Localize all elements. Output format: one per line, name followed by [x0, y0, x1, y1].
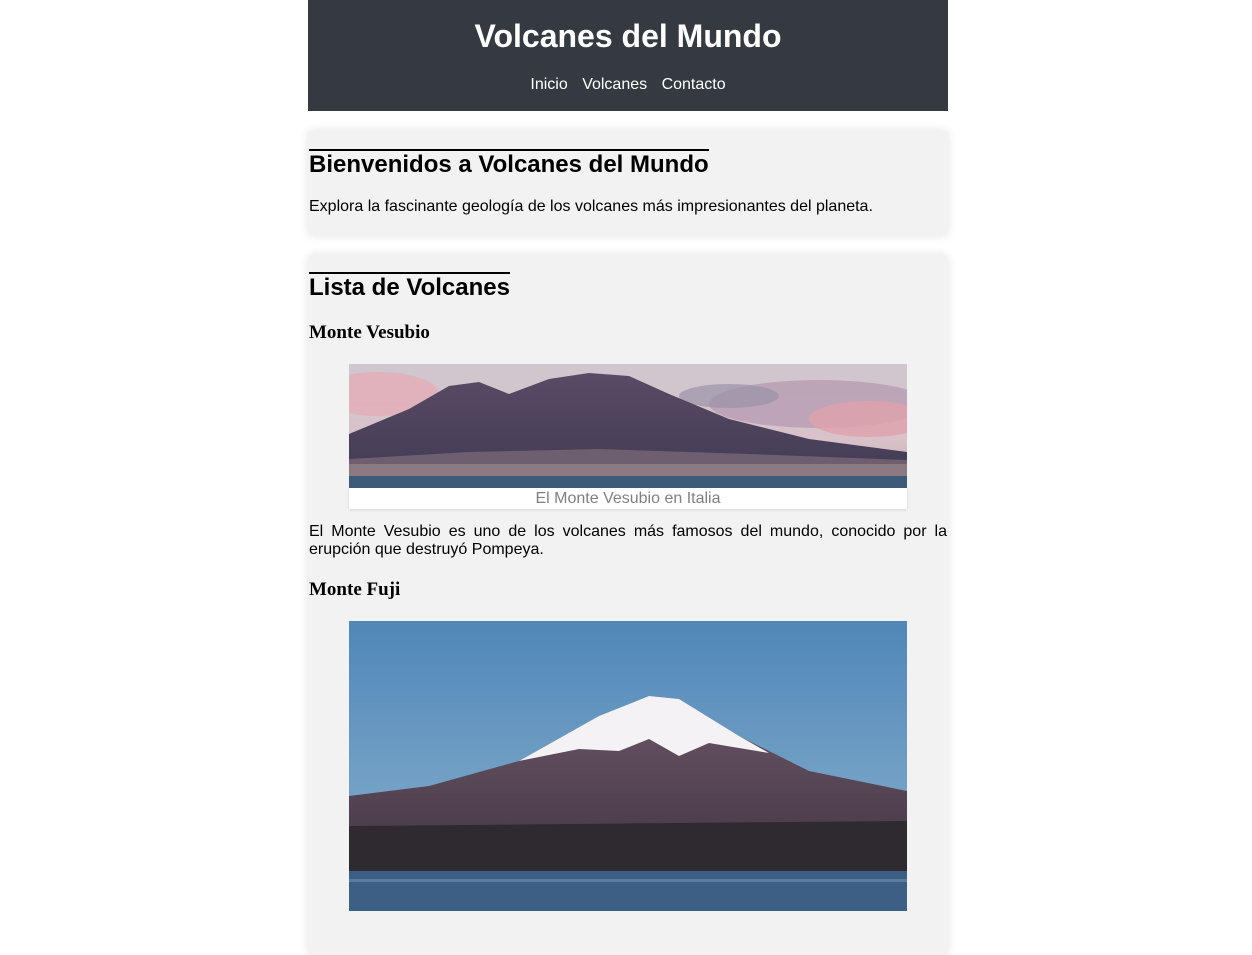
volcano-figure: El Monte Vesubio en Italia — [349, 364, 907, 509]
page: Volcanes del Mundo Inicio Volcanes Conta… — [308, 0, 948, 955]
volcano-item-fuji: Monte Fuji — [309, 579, 947, 911]
main-nav: Inicio Volcanes Contacto — [308, 75, 948, 95]
site-title: Volcanes del Mundo — [474, 18, 782, 54]
volcano-name: Monte Vesubio — [309, 322, 430, 343]
nav-link-contacto[interactable]: Contacto — [662, 76, 726, 93]
volcano-description: El Monte Vesubio es uno de los volcanes … — [309, 523, 947, 558]
site-header: Volcanes del Mundo Inicio Volcanes Conta… — [308, 0, 948, 111]
welcome-section: Bienvenidos a Volcanes del Mundo Explora… — [308, 131, 948, 235]
vesubio-image — [349, 364, 907, 488]
nav-link-volcanes[interactable]: Volcanes — [582, 76, 647, 93]
welcome-title: Bienvenidos a Volcanes del Mundo — [309, 149, 709, 178]
nav-link-inicio[interactable]: Inicio — [530, 76, 567, 93]
fuji-image — [349, 621, 907, 911]
volcano-item-vesubio: Monte Vesubio El Monte Vesubio en Italia… — [309, 322, 947, 559]
welcome-text: Explora la fascinante geología de los vo… — [309, 198, 873, 215]
volcano-name: Monte Fuji — [309, 579, 401, 600]
volcano-list-section: Lista de Volcanes Monte Vesubio El Monte… — [308, 255, 948, 955]
volcano-list-title: Lista de Volcanes — [309, 272, 510, 301]
volcano-caption: El Monte Vesubio en Italia — [349, 488, 907, 509]
volcano-figure — [349, 621, 907, 911]
